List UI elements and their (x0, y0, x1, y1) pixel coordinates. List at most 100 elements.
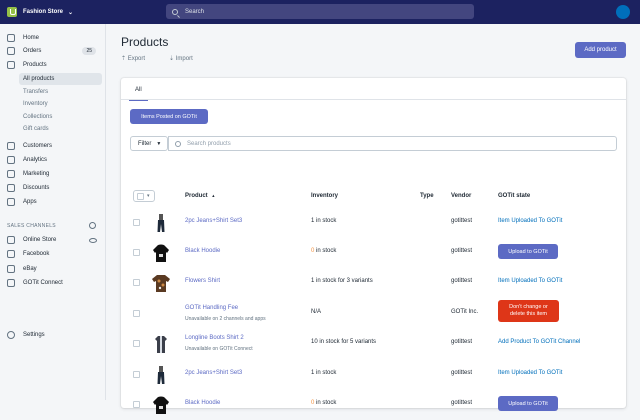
sidebar-item-label: eBay (23, 266, 37, 272)
table-row[interactable]: 2pc Jeans+Shirt Set3 1 in stock gotittes… (121, 208, 626, 238)
table-row[interactable]: Black Hoodie 0 in stock gotittest Upload… (121, 390, 626, 420)
sidebar-item-all-products[interactable]: All products (0, 73, 106, 85)
availability-note: Unavailable on GOTit Connect (185, 346, 253, 352)
checkbox-icon (137, 192, 144, 200)
caret-down-icon: ▾ (147, 193, 150, 199)
page-title: Products (121, 35, 169, 49)
row-checkbox[interactable] (133, 249, 140, 256)
sidebar-item-products[interactable]: Products (0, 59, 106, 71)
eye-icon[interactable] (89, 238, 97, 243)
inventory-value: 10 in stock for 5 variants (311, 339, 377, 345)
gotit-state-link[interactable]: Item Uploaded To GOTit (498, 218, 562, 224)
table-row[interactable]: GOTit Handling Fee Unavailable on 2 chan… (121, 299, 626, 329)
sidebar-item-customers[interactable]: Customers (0, 140, 106, 152)
row-checkbox[interactable] (133, 310, 140, 317)
inventory-text: in stock (314, 400, 337, 406)
sidebar-item-label: Marketing (23, 171, 50, 177)
inventory-value: 0 in stock (311, 248, 336, 254)
select-all-checkbox[interactable]: ▾ (133, 190, 155, 202)
sidebar-item-label: Transfers (23, 89, 49, 95)
orders-icon (7, 47, 15, 55)
sidebar-item-orders[interactable]: Orders 25 (0, 45, 106, 57)
column-header-vendor: Vendor (451, 193, 472, 199)
sidebar-item-label: Gift cards (23, 126, 49, 132)
apps-icon (7, 198, 15, 206)
row-checkbox[interactable] (133, 401, 140, 408)
sidebar-item-transfers[interactable]: Transfers (0, 86, 106, 98)
product-name-link[interactable]: Black Hoodie (185, 400, 220, 406)
product-name-link[interactable]: 2pc Jeans+Shirt Set3 (185, 370, 242, 376)
sidebar-item-settings[interactable]: Settings (0, 329, 106, 341)
row-checkbox[interactable] (133, 371, 140, 378)
sidebar-item-analytics[interactable]: Analytics (0, 154, 106, 166)
column-header-product[interactable]: Product ▲ (185, 193, 215, 199)
analytics-icon (7, 156, 15, 164)
sidebar-item-label: Home (23, 35, 40, 41)
sidebar-item-facebook[interactable]: Facebook (0, 248, 106, 260)
sidebar-item-apps[interactable]: Apps (0, 196, 106, 208)
product-name-link[interactable]: Black Hoodie (185, 248, 220, 254)
store-name: Fashion Store (23, 9, 64, 15)
page-actions: ⇡ Export ⇣ Import (121, 55, 217, 62)
table-row[interactable]: Flowers Shirt 1 in stock for 3 variants … (121, 268, 626, 298)
add-channel-icon[interactable] (89, 222, 96, 229)
product-search-input[interactable]: Search products (168, 136, 617, 151)
main-content: Products ⇡ Export ⇣ Import Add product A… (107, 24, 640, 414)
inventory-value: 1 in stock (311, 370, 337, 376)
add-product-to-gotit-link[interactable]: Add Product To GOTit Channel (498, 339, 580, 345)
product-name-link[interactable]: 2pc Jeans+Shirt Set3 (185, 218, 242, 224)
sidebar-item-collections[interactable]: Collections (0, 111, 106, 123)
sales-channels-title: SALES CHANNELS (7, 223, 56, 229)
facebook-icon (7, 250, 15, 258)
row-checkbox[interactable] (133, 219, 140, 226)
sidebar-item-home[interactable]: Home (0, 32, 106, 44)
gear-icon (7, 331, 15, 339)
store-icon (7, 236, 15, 244)
items-posted-on-gotit-button[interactable]: Items Posted on GOTit (130, 109, 208, 124)
filter-dropdown[interactable]: Filter ▼ (130, 136, 168, 151)
column-header-label: Product (185, 193, 208, 199)
avatar[interactable] (616, 5, 630, 19)
warning-line: delete this item (510, 311, 547, 317)
vendor-value: gotittest (451, 248, 473, 254)
column-header-inventory: Inventory (311, 193, 339, 199)
gotit-state-link[interactable]: Item Uploaded To GOTit (498, 370, 562, 376)
upload-to-gotit-button[interactable]: Upload to GOTit (498, 396, 558, 411)
vendor-value: gotittest (451, 218, 473, 224)
sidebar-item-label: Analytics (23, 157, 48, 163)
inventory-text: in stock (314, 248, 337, 254)
sidebar-item-gift-cards[interactable]: Gift cards (0, 123, 106, 135)
store-switcher[interactable]: Fashion Store ⌄ (7, 7, 73, 17)
inventory-value: 1 in stock for 3 variants (311, 278, 373, 284)
table-row[interactable]: Black Hoodie 0 in stock gotittest Upload… (121, 238, 626, 268)
export-button[interactable]: ⇡ Export (121, 55, 157, 62)
gotit-icon (7, 279, 15, 287)
search-icon (172, 8, 178, 15)
sidebar-item-label: GOTit Connect (23, 280, 63, 286)
row-checkbox[interactable] (133, 340, 140, 347)
sidebar-item-gotit-connect[interactable]: GOTit Connect (0, 277, 106, 289)
vendor-value: gotittest (451, 339, 473, 345)
row-checkbox[interactable] (133, 279, 140, 286)
upload-to-gotit-button[interactable]: Upload to GOTit (498, 244, 558, 259)
product-name-link[interactable]: Flowers Shirt (185, 278, 220, 284)
table-row[interactable]: 2pc Jeans+Shirt Set3 1 in stock gotittes… (121, 360, 626, 390)
product-name-link[interactable]: Longline Boots Shirt 2 (185, 335, 244, 341)
hoodie-thumbnail (153, 396, 169, 414)
sidebar-item-inventory[interactable]: Inventory (0, 98, 106, 110)
export-label: Export (127, 56, 146, 62)
sidebar-item-label: Collections (23, 114, 53, 120)
add-product-button[interactable]: Add product (575, 42, 626, 58)
product-name-link[interactable]: GOTit Handling Fee (185, 305, 238, 311)
import-button[interactable]: ⇣ Import (169, 55, 205, 62)
sidebar-item-discounts[interactable]: Discounts (0, 182, 106, 194)
products-card: All Items Posted on GOTit Filter ▼ Searc… (121, 78, 626, 414)
shopify-logo-icon (7, 7, 17, 17)
sidebar-item-ebay[interactable]: eBay (0, 263, 106, 275)
sidebar-item-label: All products (23, 76, 55, 82)
global-search-input[interactable]: Search (166, 4, 474, 19)
sidebar-item-marketing[interactable]: Marketing (0, 168, 106, 180)
table-row[interactable]: Longline Boots Shirt 2 Unavailable on GO… (121, 329, 626, 359)
gotit-state-link[interactable]: Item Uploaded To GOTit (498, 278, 562, 284)
warning-line: Don't change or (509, 304, 548, 310)
